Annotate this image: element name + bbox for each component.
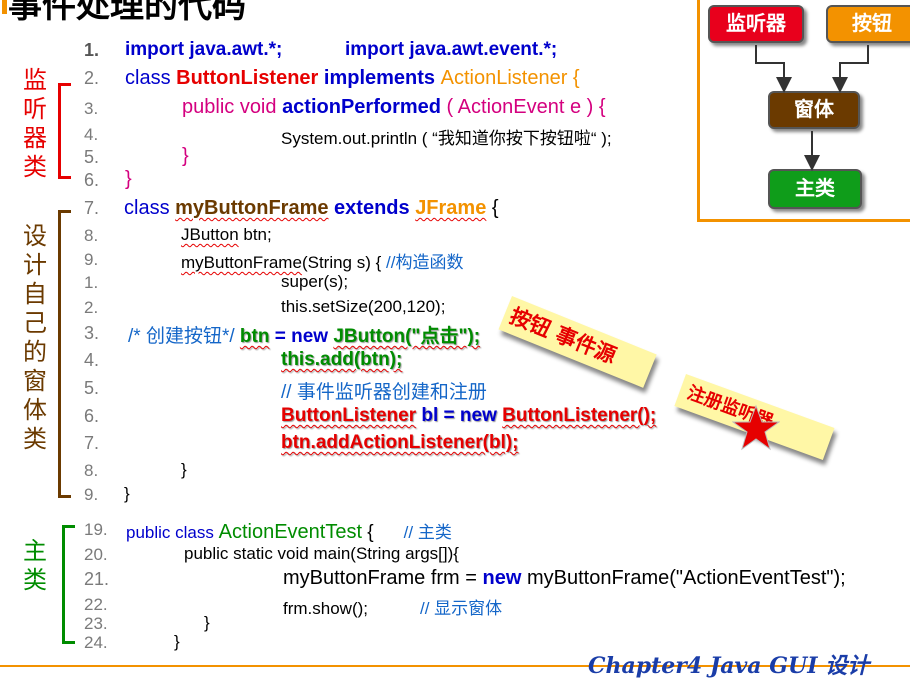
listener-class-name: ButtonListener bbox=[176, 67, 319, 89]
code-line-21: myButtonFrame frm = new myButtonFrame("A… bbox=[283, 567, 846, 590]
keyword-implements: implements bbox=[318, 67, 441, 89]
method-args: ( ActionEvent e ) { bbox=[441, 96, 606, 118]
main-class-comment: // 主类 bbox=[403, 523, 452, 542]
jbutton-constructor: JButton("点击"); bbox=[333, 326, 481, 347]
code-line-4: System.out.println ( “我知道你按下按钮啦“ ); bbox=[281, 129, 612, 148]
keyword-public-class: public class bbox=[126, 523, 219, 542]
listener-bracket bbox=[58, 83, 71, 179]
listener-class-label: 监听器类 bbox=[23, 67, 47, 181]
listener-type: ButtonListener bbox=[281, 405, 417, 426]
listener-to-window-arrow bbox=[755, 45, 792, 93]
button-to-window-arrow bbox=[832, 45, 869, 93]
keyword-extends: extends bbox=[328, 197, 416, 219]
line-number: 5. bbox=[84, 378, 100, 398]
code-line-6: } bbox=[125, 168, 132, 190]
event-source-sticker: 按钮 事件源 bbox=[498, 296, 657, 388]
line-number: 2. bbox=[84, 68, 100, 88]
code-line-12: /* 创建按钮*/ btn = new JButton("点击"); bbox=[128, 321, 480, 348]
btn-field: btn; bbox=[238, 225, 272, 244]
main-class-name: ActionEventTest bbox=[218, 521, 363, 543]
line-number: 19. bbox=[84, 520, 108, 539]
relation-diagram: 监听器 按钮 窗体 主类 bbox=[697, 0, 910, 222]
line-number: 3. bbox=[84, 323, 100, 343]
line-number: 8. bbox=[84, 461, 99, 480]
line-number: 6. bbox=[84, 170, 100, 190]
constructor-comment: //构造函数 bbox=[386, 253, 464, 272]
star-icon bbox=[732, 404, 780, 451]
code-line-1-import-awt: import java.awt.*; bbox=[125, 39, 283, 60]
interface-name: ActionListener { bbox=[440, 67, 580, 89]
code-line-1-import-event: import java.awt.event.*; bbox=[345, 39, 558, 60]
code-line-16: btn.addActionListener(bl); bbox=[281, 432, 519, 453]
line-number: 1. bbox=[84, 40, 100, 60]
line-number: 24. bbox=[84, 633, 108, 652]
show-comment: // 显示窗体 bbox=[420, 599, 503, 618]
frame-constructor-call: myButtonFrame("ActionEventTest"); bbox=[521, 567, 846, 589]
code-line-3: public void actionPerformed ( ActionEven… bbox=[182, 96, 606, 119]
line-number: 21. bbox=[84, 569, 110, 589]
method-name: actionPerformed bbox=[282, 96, 441, 118]
create-button-comment: /* 创建按钮*/ bbox=[128, 326, 240, 347]
code-line-8: JButton btn; bbox=[181, 225, 272, 245]
code-line-20: public static void main(String args[]){ bbox=[184, 544, 459, 563]
code-line-7: class myButtonFrame extends JFrame { bbox=[124, 197, 499, 220]
line-number: 8. bbox=[84, 226, 99, 245]
btn-var: btn bbox=[239, 326, 270, 347]
line-number: 22. bbox=[84, 595, 108, 614]
code-line-9: myButtonFrame(String s) { //构造函数 bbox=[181, 248, 463, 273]
code-line-17: } bbox=[181, 460, 187, 479]
open-brace: { bbox=[486, 197, 499, 219]
code-line-14: // 事件监听器创建和注册 bbox=[281, 382, 487, 403]
code-line-11: this.setSize(200,120); bbox=[281, 297, 446, 316]
code-line-18: } bbox=[124, 484, 130, 503]
keyword-public-void: public void bbox=[182, 96, 283, 118]
keyword-new: = new bbox=[269, 326, 334, 347]
code-line-5: } bbox=[182, 145, 189, 167]
keyword-class: class bbox=[125, 67, 177, 89]
main-class-label: 主类 bbox=[23, 538, 47, 594]
code-line-24: } bbox=[174, 632, 180, 651]
diagram-arrows bbox=[755, 45, 869, 171]
chapter-footer: Chapter4 Java GUI 设计 bbox=[588, 653, 870, 679]
line-number: 1. bbox=[84, 273, 99, 292]
line-number: 3. bbox=[84, 99, 99, 118]
frame-class-label: 设计自己的窗体类 bbox=[23, 223, 47, 453]
frame-bracket bbox=[58, 210, 71, 498]
line-number: 23. bbox=[84, 614, 108, 633]
superclass-name: JFrame bbox=[415, 197, 487, 219]
code-line-23: } bbox=[204, 613, 210, 632]
line-number: 4. bbox=[84, 125, 99, 144]
code-line-15: ButtonListener bl = new ButtonListener()… bbox=[281, 405, 656, 427]
code-line-2: class ButtonListener implements ActionLi… bbox=[125, 67, 580, 90]
open-brace: { bbox=[362, 522, 374, 543]
main-bracket bbox=[62, 525, 75, 644]
code-line-13: this.add(btn); bbox=[281, 349, 403, 370]
listener-constructor: ButtonListener(); bbox=[502, 405, 657, 426]
line-number: 9. bbox=[84, 485, 99, 504]
line-number: 4. bbox=[84, 350, 100, 370]
show-call: frm.show(); bbox=[283, 599, 368, 618]
line-number: 7. bbox=[84, 198, 100, 218]
keyword-new: new bbox=[482, 567, 522, 589]
line-number: 7. bbox=[84, 433, 100, 453]
frame-declaration: myButtonFrame frm = bbox=[283, 567, 483, 589]
line-number: 9. bbox=[84, 250, 99, 269]
constructor-args: (String s) { bbox=[301, 253, 387, 272]
frame-class-name: myButtonFrame bbox=[175, 197, 329, 219]
code-line-10: super(s); bbox=[281, 272, 349, 291]
line-number: 2. bbox=[84, 298, 99, 317]
keyword-class: class bbox=[124, 197, 176, 219]
line-number: 20. bbox=[84, 545, 108, 564]
line-number: 6. bbox=[84, 406, 100, 426]
jbutton-type: JButton bbox=[181, 225, 239, 244]
listener-new: bl = new bbox=[416, 405, 503, 426]
constructor-name: myButtonFrame bbox=[181, 253, 302, 272]
title-accent-bar bbox=[2, 0, 7, 14]
slide-title: 事件处理的代码 bbox=[8, 0, 246, 25]
code-line-19: public class ActionEventTest { // 主类 bbox=[126, 518, 452, 544]
code-line-22: frm.show(); // 显示窗体 bbox=[283, 594, 502, 619]
line-number: 5. bbox=[84, 147, 100, 167]
